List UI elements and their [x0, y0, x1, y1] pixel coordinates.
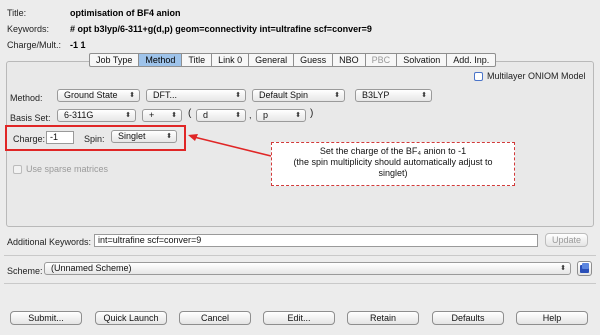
defaults-button[interactable]: Defaults: [432, 311, 504, 325]
tab-link0[interactable]: Link 0: [212, 53, 250, 67]
polarization-heavy-select[interactable]: d ⬍: [196, 109, 246, 122]
annotation-line-1: Set the charge of the BF₄ anion to -1: [319, 146, 467, 156]
updown-arrow-icon: ⬍: [235, 112, 241, 119]
scheme-select[interactable]: (Unnamed Scheme) ⬍: [44, 262, 571, 275]
tab-job-type[interactable]: Job Type: [89, 53, 140, 67]
functional-select[interactable]: B3LYP ⬍: [355, 89, 432, 102]
paren-open: (: [188, 108, 192, 119]
updown-arrow-icon: ⬍: [129, 92, 135, 99]
polarization-heavy-value: d: [203, 110, 209, 120]
keywords-label: Keywords:: [7, 24, 50, 34]
tab-guess[interactable]: Guess: [294, 53, 334, 67]
tab-solvation[interactable]: Solvation: [397, 53, 448, 67]
help-button[interactable]: Help: [516, 311, 588, 325]
updown-arrow-icon: ⬍: [235, 92, 241, 99]
polarization-light-value: p: [263, 110, 269, 120]
callout-arrow: [188, 134, 272, 157]
spin-mode-select[interactable]: Default Spin ⬍: [252, 89, 345, 102]
comma-separator: ,: [249, 110, 252, 120]
scheme-value: (Unnamed Scheme): [51, 263, 132, 273]
state-select-value: Ground State: [64, 90, 118, 100]
diffuse-value: +: [149, 110, 155, 120]
title-value: optimisation of BF4 anion: [70, 8, 181, 18]
sparse-matrices-checkbox: [13, 165, 22, 174]
additional-keywords-label: Additional Keywords:: [7, 237, 92, 247]
callout-arrow-line: [193, 136, 272, 157]
paren-close: ): [310, 108, 314, 119]
submit-button[interactable]: Submit...: [10, 311, 82, 325]
updown-arrow-icon: ⬍: [560, 265, 566, 272]
polarization-light-select[interactable]: p ⬍: [256, 109, 306, 122]
tab-title[interactable]: Title: [182, 53, 213, 67]
annotation-line-2: (the spin multiplicity should automatica…: [293, 157, 493, 167]
title-label: Title:: [7, 8, 27, 18]
separator: [4, 255, 596, 256]
spin-label: Spin:: [84, 134, 105, 144]
tab-pbc: PBC: [365, 53, 398, 67]
updown-arrow-icon: ⬍: [334, 92, 340, 99]
method-type-select[interactable]: DFT... ⬍: [146, 89, 246, 102]
updown-arrow-icon: ⬍: [295, 112, 301, 119]
spin-select-value: Singlet: [118, 131, 146, 141]
oniom-label: Multilayer ONIOM Model: [487, 71, 586, 81]
updown-arrow-icon: ⬍: [171, 112, 177, 119]
state-select[interactable]: Ground State ⬍: [57, 89, 140, 102]
oniom-checkbox[interactable]: [474, 72, 483, 81]
charge-mult-label: Charge/Mult.:: [7, 40, 62, 50]
annotation-callout: Set the charge of the BF₄ anion to -1 (t…: [271, 142, 515, 186]
additional-keywords-input[interactable]: int=ultrafine scf=conver=9: [94, 234, 538, 247]
charge-label: Charge:: [13, 134, 46, 144]
spin-select[interactable]: Singlet ⬍: [111, 130, 177, 143]
charge-input[interactable]: -1: [46, 131, 74, 144]
tab-bar: Job Type Method Title Link 0 General Gue…: [89, 53, 497, 67]
edit-button[interactable]: Edit...: [263, 311, 335, 325]
tab-nbo[interactable]: NBO: [333, 53, 366, 67]
method-type-value: DFT...: [153, 90, 177, 100]
basis-label: Basis Set:: [10, 113, 51, 123]
charge-mult-value: -1 1: [70, 40, 86, 50]
method-label: Method:: [10, 93, 43, 103]
spin-mode-value: Default Spin: [259, 90, 309, 100]
functional-value: B3LYP: [362, 90, 390, 100]
retain-button[interactable]: Retain: [347, 311, 419, 325]
separator: [4, 283, 596, 284]
icon-front-page: [582, 263, 589, 269]
annotation-line-3: singlet): [378, 168, 408, 178]
keywords-value: # opt b3lyp/6-311+g(d,p) geom=connectivi…: [70, 24, 372, 34]
callout-arrow-head: [188, 134, 198, 141]
updown-arrow-icon: ⬍: [125, 112, 131, 119]
basis-select[interactable]: 6-311G ⬍: [57, 109, 136, 122]
scheme-manager-icon: [580, 263, 589, 273]
basis-value: 6-311G: [64, 110, 94, 120]
scheme-label: Scheme:: [7, 266, 43, 276]
tab-add-inp[interactable]: Add. Inp.: [447, 53, 497, 67]
scheme-manager-button[interactable]: [577, 261, 592, 276]
diffuse-select[interactable]: + ⬍: [142, 109, 182, 122]
quick-launch-button[interactable]: Quick Launch: [95, 311, 167, 325]
update-button: Update: [545, 233, 588, 247]
sparse-matrices-label: Use sparse matrices: [26, 164, 109, 174]
tab-general[interactable]: General: [249, 53, 295, 67]
updown-arrow-icon: ⬍: [166, 133, 172, 140]
updown-arrow-icon: ⬍: [421, 92, 427, 99]
tab-method[interactable]: Method: [139, 53, 183, 67]
cancel-button[interactable]: Cancel: [179, 311, 251, 325]
